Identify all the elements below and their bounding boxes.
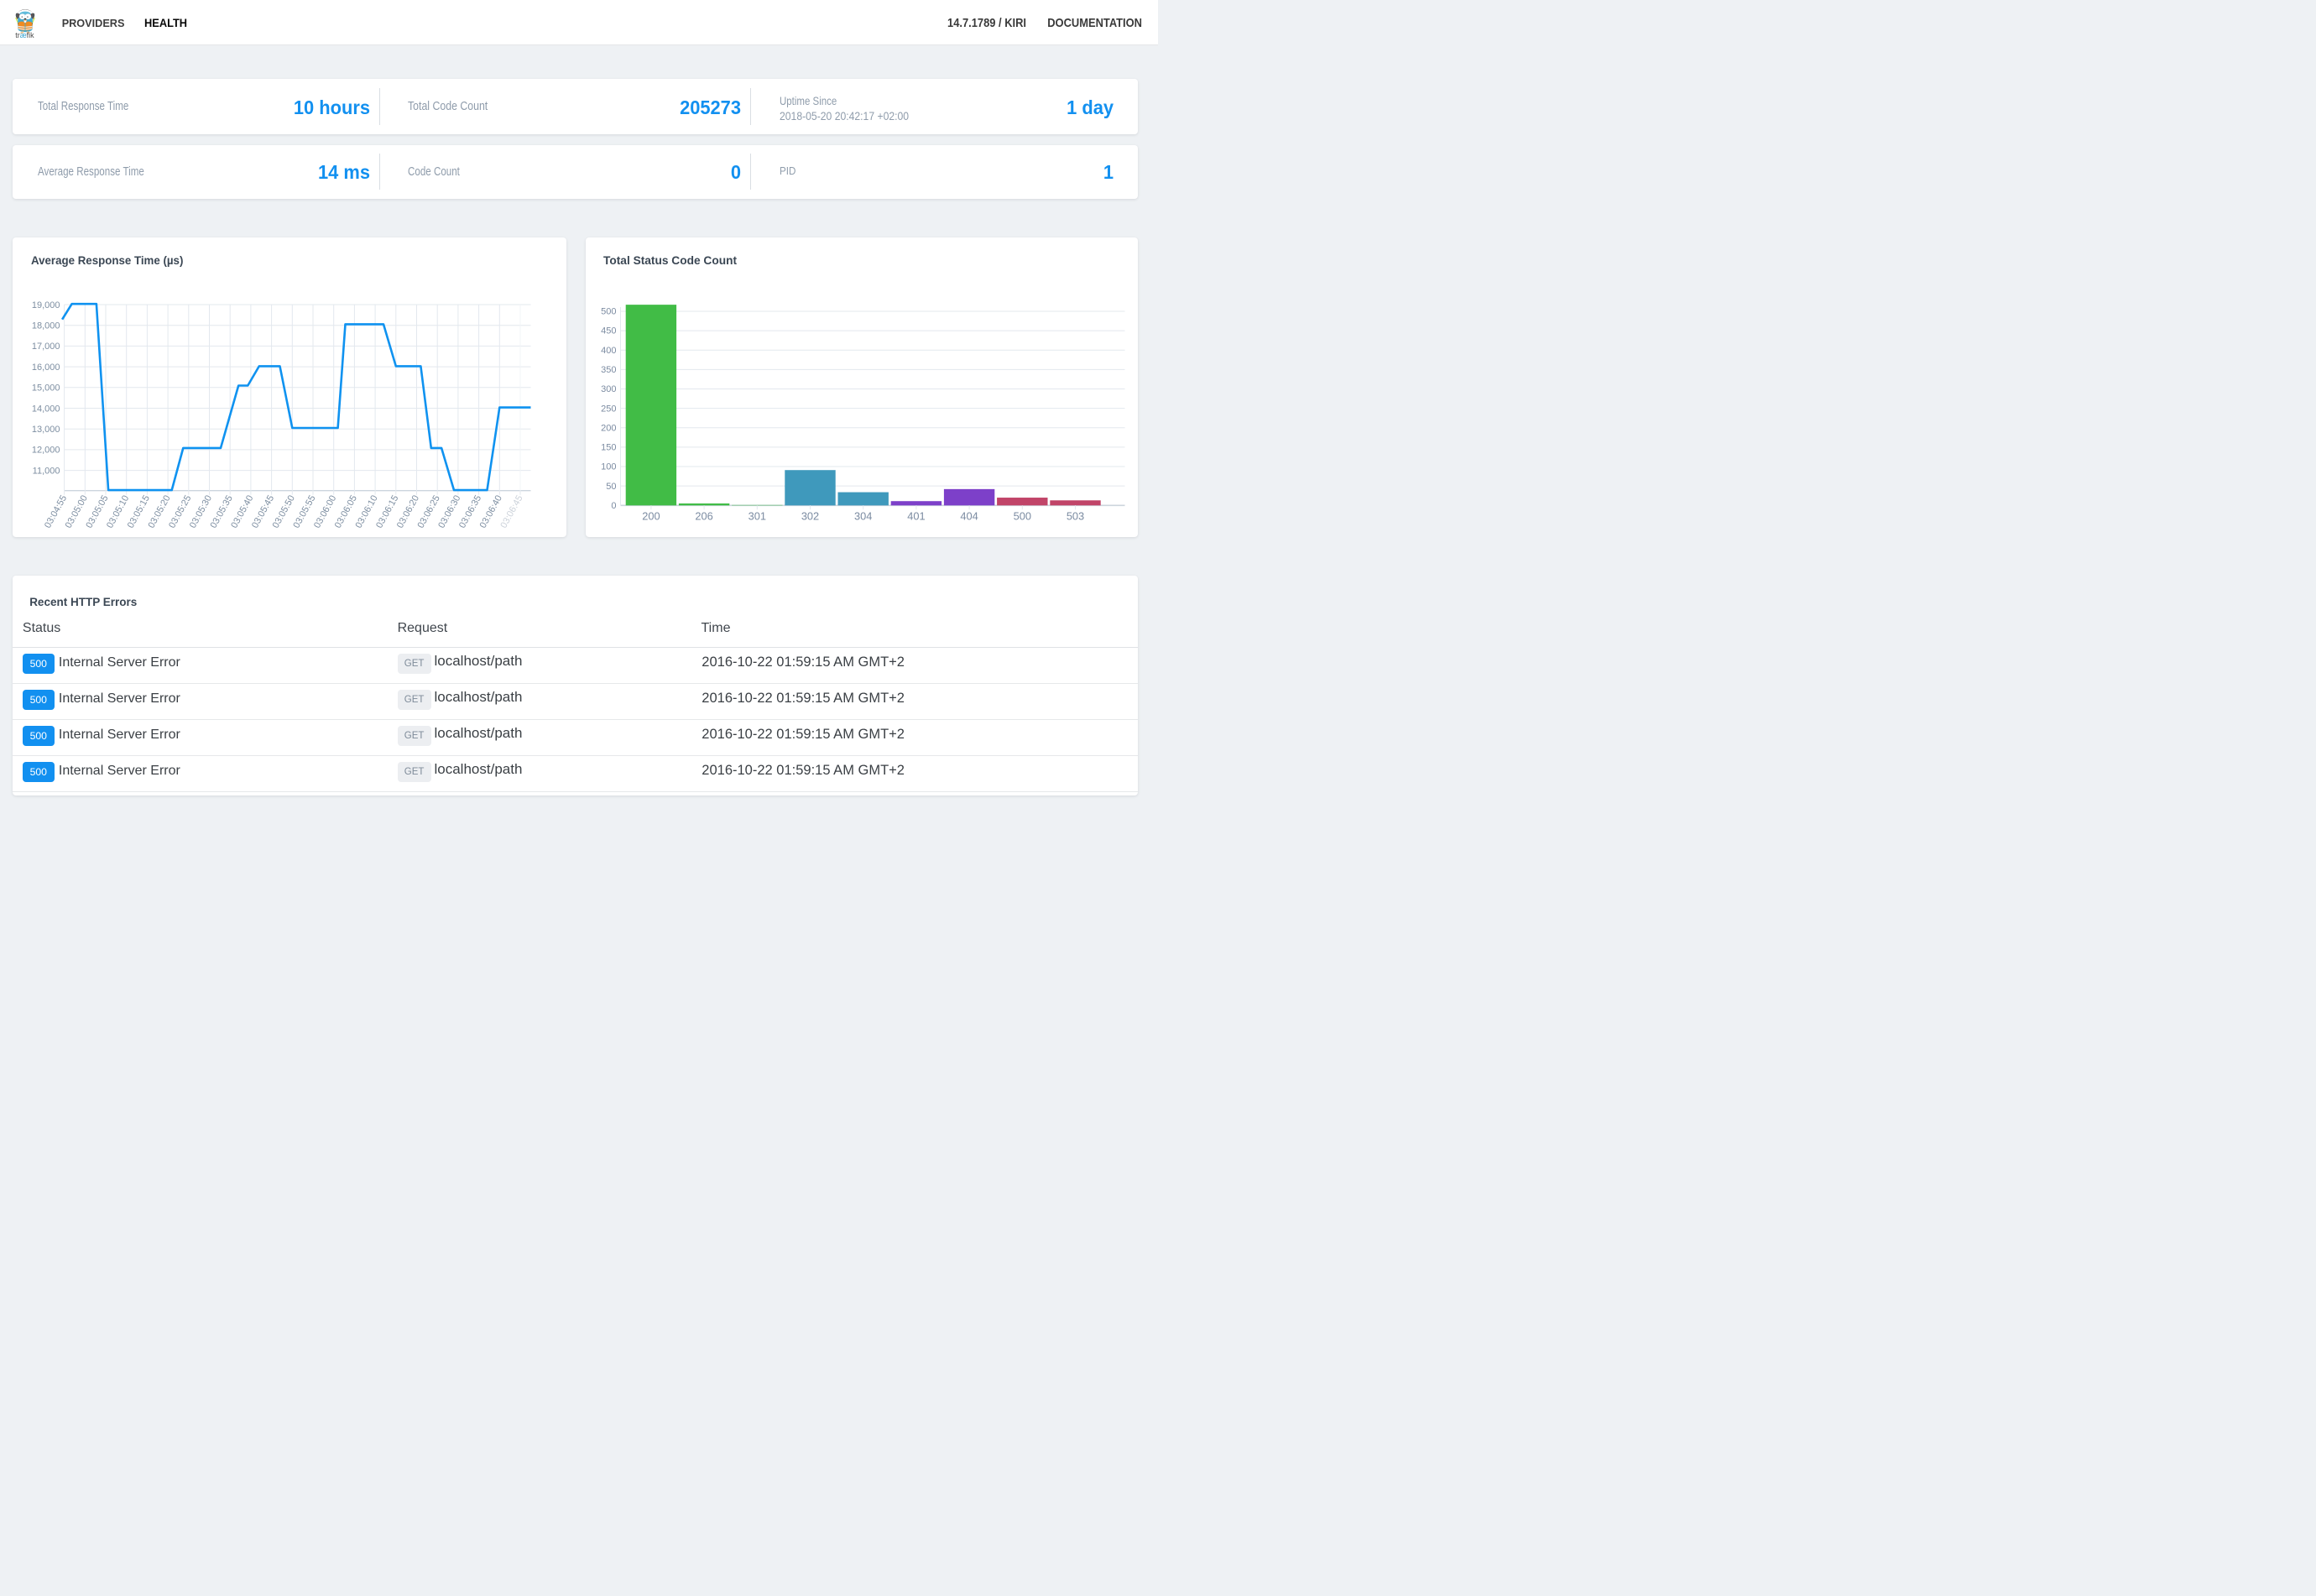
svg-text:300: 300 — [601, 384, 616, 394]
svg-text:301: 301 — [748, 510, 765, 523]
svg-text:18,000: 18,000 — [32, 321, 60, 331]
svg-text:14,000: 14,000 — [32, 404, 60, 414]
svg-text:450: 450 — [601, 326, 616, 336]
svg-text:200: 200 — [642, 510, 660, 523]
svg-text:350: 350 — [601, 365, 616, 375]
svg-text:404: 404 — [960, 510, 978, 523]
svg-text:150: 150 — [601, 443, 616, 453]
svg-text:500: 500 — [1013, 510, 1030, 523]
svg-text:500: 500 — [601, 307, 616, 317]
svg-text:16,000: 16,000 — [32, 362, 60, 373]
svg-text:13,000: 13,000 — [32, 425, 60, 435]
svg-text:træfik: træfik — [15, 31, 34, 39]
svg-text:304: 304 — [854, 510, 872, 523]
svg-text:11,000: 11,000 — [33, 466, 60, 476]
svg-text:302: 302 — [801, 510, 818, 523]
svg-text:17,000: 17,000 — [32, 342, 60, 352]
svg-text:401: 401 — [907, 510, 925, 523]
svg-text:0: 0 — [611, 501, 616, 511]
svg-text:50: 50 — [606, 482, 616, 492]
svg-text:15,000: 15,000 — [32, 383, 60, 394]
svg-text:250: 250 — [601, 404, 616, 414]
svg-text:19,000: 19,000 — [32, 300, 60, 310]
svg-text:100: 100 — [601, 462, 616, 472]
svg-text:206: 206 — [695, 510, 712, 523]
svg-text:400: 400 — [601, 346, 616, 356]
svg-text:12,000: 12,000 — [32, 446, 60, 456]
svg-text:200: 200 — [601, 423, 616, 433]
svg-text:503: 503 — [1066, 510, 1083, 523]
